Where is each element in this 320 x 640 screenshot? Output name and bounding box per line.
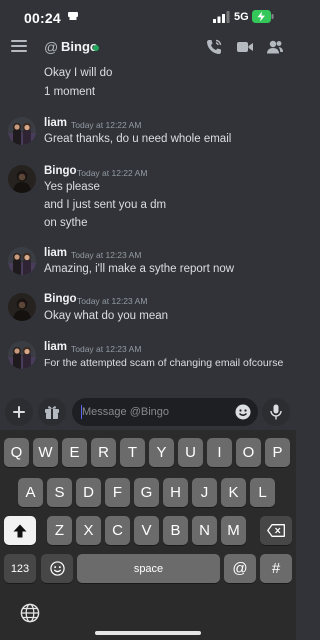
message-text: Amazing, i'll make a sythe report now [44,263,235,275]
message-author[interactable]: liam [44,341,67,353]
key-c[interactable]: C [105,516,130,545]
key-o[interactable]: O [236,438,261,467]
key-b[interactable]: B [163,516,188,545]
hamburger-menu-icon[interactable] [11,39,27,53]
key-j[interactable]: J [192,478,217,507]
network-type: 5G [234,11,249,23]
shift-key[interactable] [4,516,36,545]
key-r[interactable]: R [91,438,116,467]
online-status-dot [93,45,99,51]
message-timestamp: Today at 12:22 AM [77,168,148,178]
key-f[interactable]: F [105,478,130,507]
members-icon[interactable] [266,38,284,56]
emoji-icon [49,561,65,576]
key-l[interactable]: L [250,478,275,507]
key-q[interactable]: Q [4,438,29,467]
signal-icon [213,11,230,23]
space-key[interactable]: space [77,554,220,583]
message-timestamp: Today at 12:23 AM [71,250,142,260]
battery-charging-icon [252,10,274,23]
dm-header: @ Bingo [0,34,296,62]
message-author[interactable]: Bingo [44,293,77,305]
backspace-icon [267,524,285,537]
message-text: 1 moment [44,86,96,98]
home-indicator[interactable] [95,631,201,635]
plus-icon [13,406,25,418]
message-text: Okay what do you mean [44,310,169,322]
message-author[interactable]: liam [44,117,67,129]
key-x[interactable]: X [76,516,101,545]
message-timestamp: Today at 12:22 AM [71,120,142,130]
message-composer [0,394,296,430]
key-g[interactable]: G [134,478,159,507]
message-text: Great thanks, do u need whole email [44,133,232,145]
status-time: 00:24 [24,10,61,26]
globe-icon[interactable] [20,603,40,623]
key-i[interactable]: I [207,438,232,467]
key-w[interactable]: W [33,438,58,467]
key-s[interactable]: S [47,478,72,507]
add-attachment-button[interactable] [5,398,33,426]
avatar[interactable] [8,341,36,369]
message-text: and I just sent you a dm [44,199,167,211]
message-author[interactable]: liam [44,247,67,259]
microphone-icon [270,404,282,420]
key-y[interactable]: Y [149,438,174,467]
numbers-key[interactable]: 123 [4,554,36,583]
message-text: on sythe [44,217,88,229]
key-m[interactable]: M [221,516,246,545]
key-a[interactable]: A [18,478,43,507]
gift-icon [45,406,59,419]
avatar[interactable] [8,293,36,321]
status-bar: 00:24 5G [0,0,296,34]
message-timestamp: Today at 12:23 AM [77,296,148,306]
on-screen-keyboard: Q W E R T Y U I O P A S D F G H J K L Z … [0,430,296,640]
at-icon: @ [44,39,59,55]
video-call-icon[interactable] [236,38,254,56]
at-key[interactable]: @ [224,554,256,583]
message-text: Okay I will do [44,67,113,79]
carplay-icon [68,12,78,20]
gift-button[interactable] [38,398,66,426]
emoji-key[interactable] [41,554,73,583]
key-u[interactable]: U [178,438,203,467]
voice-message-button[interactable] [262,398,290,426]
backspace-key[interactable] [260,516,292,545]
key-n[interactable]: N [192,516,217,545]
voice-call-icon[interactable] [205,38,223,56]
message-timestamp: Today at 12:23 AM [71,344,142,354]
avatar[interactable] [8,247,36,275]
emoji-icon[interactable] [235,404,251,420]
key-v[interactable]: V [134,516,159,545]
avatar[interactable] [8,117,36,145]
key-h[interactable]: H [163,478,188,507]
message-input[interactable] [82,402,227,422]
avatar[interactable] [8,165,36,193]
message-input-container[interactable] [72,398,258,426]
key-k[interactable]: K [221,478,246,507]
key-z[interactable]: Z [47,516,72,545]
message-text: For the attempted scam of changing email… [44,357,284,369]
message-text: Yes please [44,181,100,193]
shift-arrow-icon [13,524,27,537]
key-e[interactable]: E [62,438,87,467]
key-d[interactable]: D [76,478,101,507]
key-t[interactable]: T [120,438,145,467]
message-list[interactable]: Okay I will do 1 moment liam Today at 12… [0,62,296,390]
hash-key[interactable]: # [260,554,292,583]
key-p[interactable]: P [265,438,290,467]
message-author[interactable]: Bingo [44,165,77,177]
